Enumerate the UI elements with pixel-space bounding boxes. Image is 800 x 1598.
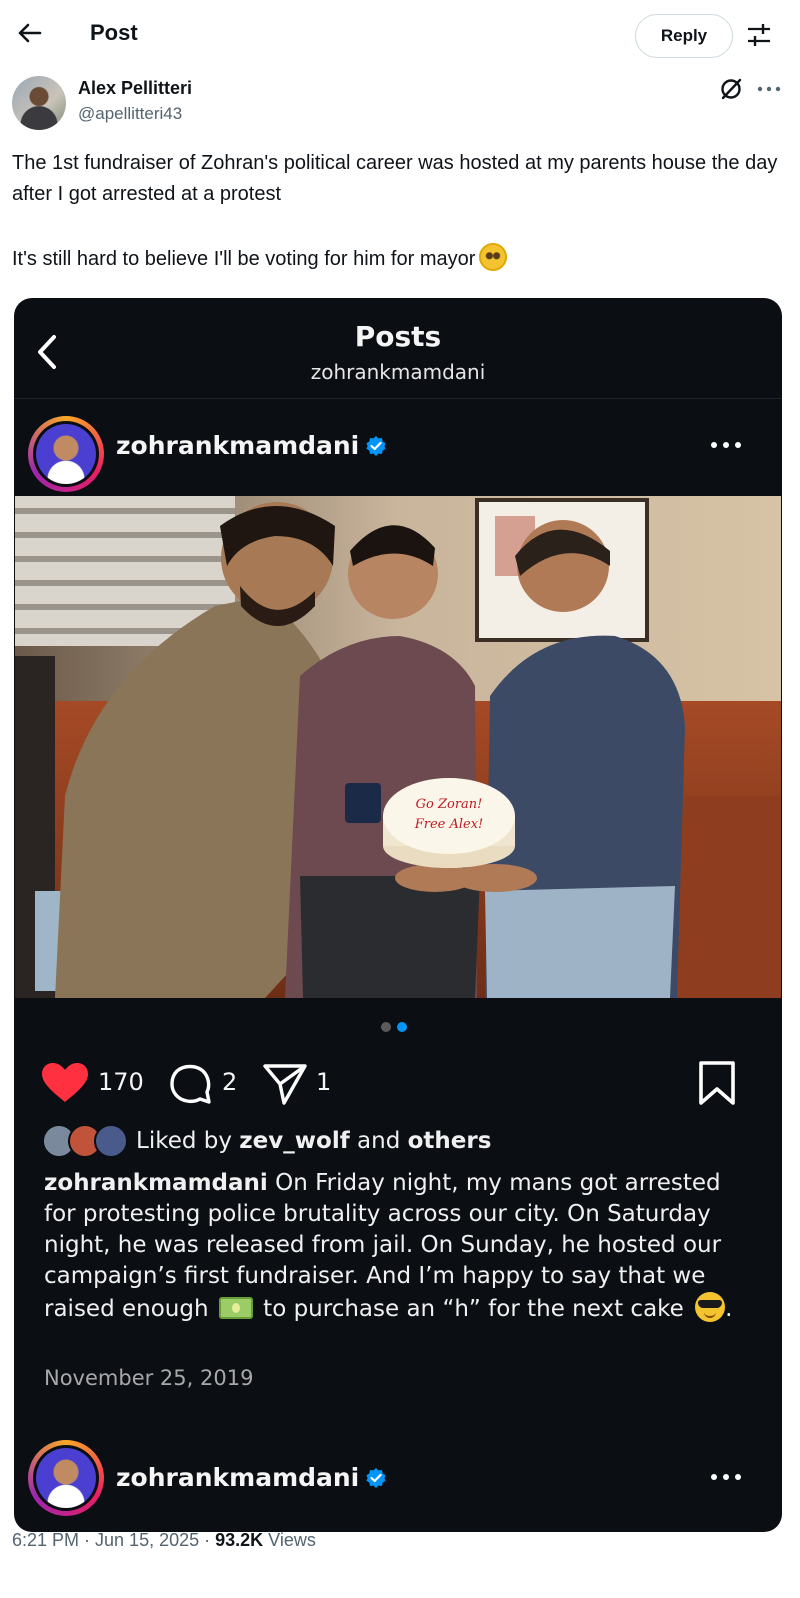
verified-icon: [366, 1468, 386, 1488]
share-icon[interactable]: [262, 1062, 308, 1106]
ig-username: zohrankmamdani: [116, 1463, 387, 1492]
ig-avatar: [28, 416, 104, 492]
reply-button[interactable]: Reply: [635, 14, 733, 58]
carousel-dots: [381, 1022, 407, 1032]
ig-avatar: [28, 1440, 104, 1516]
tune-icon[interactable]: [744, 20, 774, 50]
action-row: 170 2 1: [14, 1058, 782, 1108]
heart-icon[interactable]: [40, 1062, 90, 1104]
liked-by-text: Liked by zev_wolf and others: [136, 1128, 492, 1154]
divider: [14, 398, 782, 399]
tweet-line-1: The 1st fundraiser of Zohran's political…: [12, 152, 778, 205]
ig-username: zohrankmamdani: [116, 431, 387, 460]
more-icon: [711, 1474, 741, 1480]
author-handle[interactable]: @apellitteri43: [78, 104, 182, 124]
ig-page-title: Posts: [354, 320, 442, 353]
grok-icon[interactable]: [718, 76, 744, 102]
timestamp[interactable]: 6:21 PM · Jun 15, 2025 ·: [12, 1530, 215, 1550]
comment-icon[interactable]: [168, 1062, 212, 1106]
cake-text-2: Free Alex!: [414, 817, 484, 832]
cake: Go Zoran! Free Alex!: [383, 778, 515, 868]
page-title: Post: [90, 20, 138, 45]
post-meta: 6:21 PM · Jun 15, 2025 · 93.2K Views: [12, 1530, 316, 1550]
ig-page-subtitle: zohrankmamdani: [310, 360, 486, 384]
avatar: [94, 1124, 128, 1158]
author-name[interactable]: Alex Pellitteri: [78, 78, 192, 99]
teary-face-emoji-icon: [479, 243, 508, 271]
views-count: 93.2K: [215, 1530, 264, 1550]
post-photo: Go Zoran! Free Alex!: [15, 496, 781, 998]
tweet-line-2: It's still hard to believe I'll be votin…: [12, 243, 782, 275]
post-date: November 25, 2019: [44, 1366, 254, 1390]
author-avatar[interactable]: [12, 76, 66, 130]
tweet-text: The 1st fundraiser of Zohran's political…: [12, 148, 782, 275]
bookmark-icon[interactable]: [696, 1060, 738, 1106]
cake-text-1: Go Zoran!: [416, 797, 483, 812]
sunglasses-emoji-icon: [695, 1292, 726, 1322]
embedded-image[interactable]: Posts zohrankmamdani zohrankmamdani Go Z…: [14, 298, 782, 1532]
shares-count: 1: [316, 1068, 332, 1096]
back-arrow-icon[interactable]: [14, 18, 44, 48]
top-bar: Post Reply: [0, 0, 800, 70]
more-icon[interactable]: [754, 76, 784, 102]
comments-count: 2: [222, 1068, 238, 1096]
post-caption: zohrankmamdani On Friday night, my mans …: [44, 1170, 733, 1322]
verified-icon: [366, 436, 386, 456]
likes-count: 170: [98, 1068, 144, 1096]
more-icon: [711, 442, 741, 448]
money-emoji-icon: [218, 1297, 253, 1319]
liker-avatars: [42, 1124, 132, 1160]
